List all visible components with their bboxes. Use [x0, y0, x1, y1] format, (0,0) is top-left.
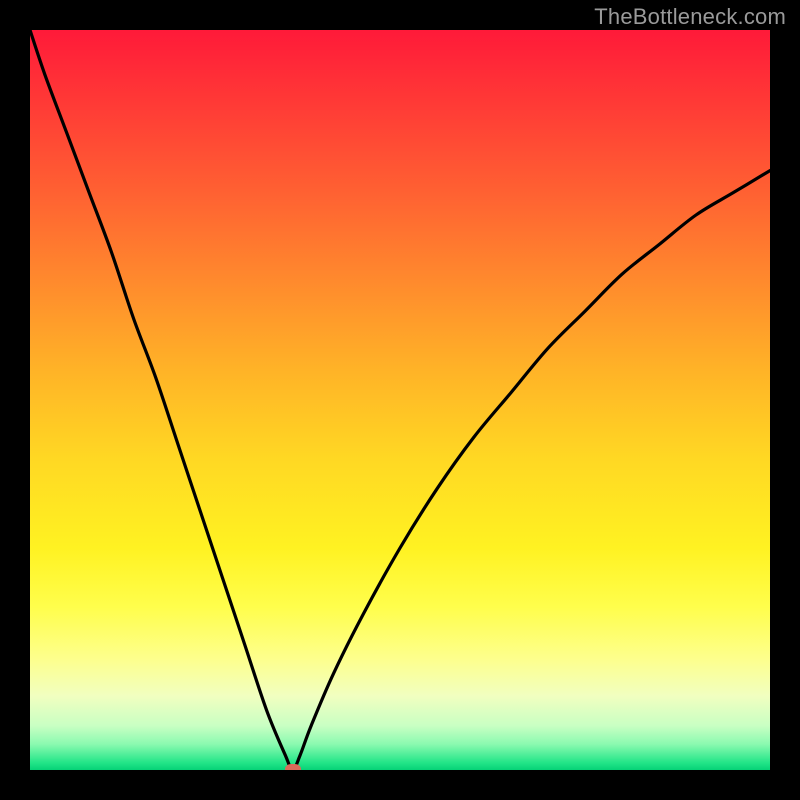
optimal-marker: [285, 764, 301, 770]
chart-frame: TheBottleneck.com: [0, 0, 800, 800]
watermark-text: TheBottleneck.com: [594, 4, 786, 30]
plot-area: [30, 30, 770, 770]
bottleneck-curve: [30, 30, 770, 770]
